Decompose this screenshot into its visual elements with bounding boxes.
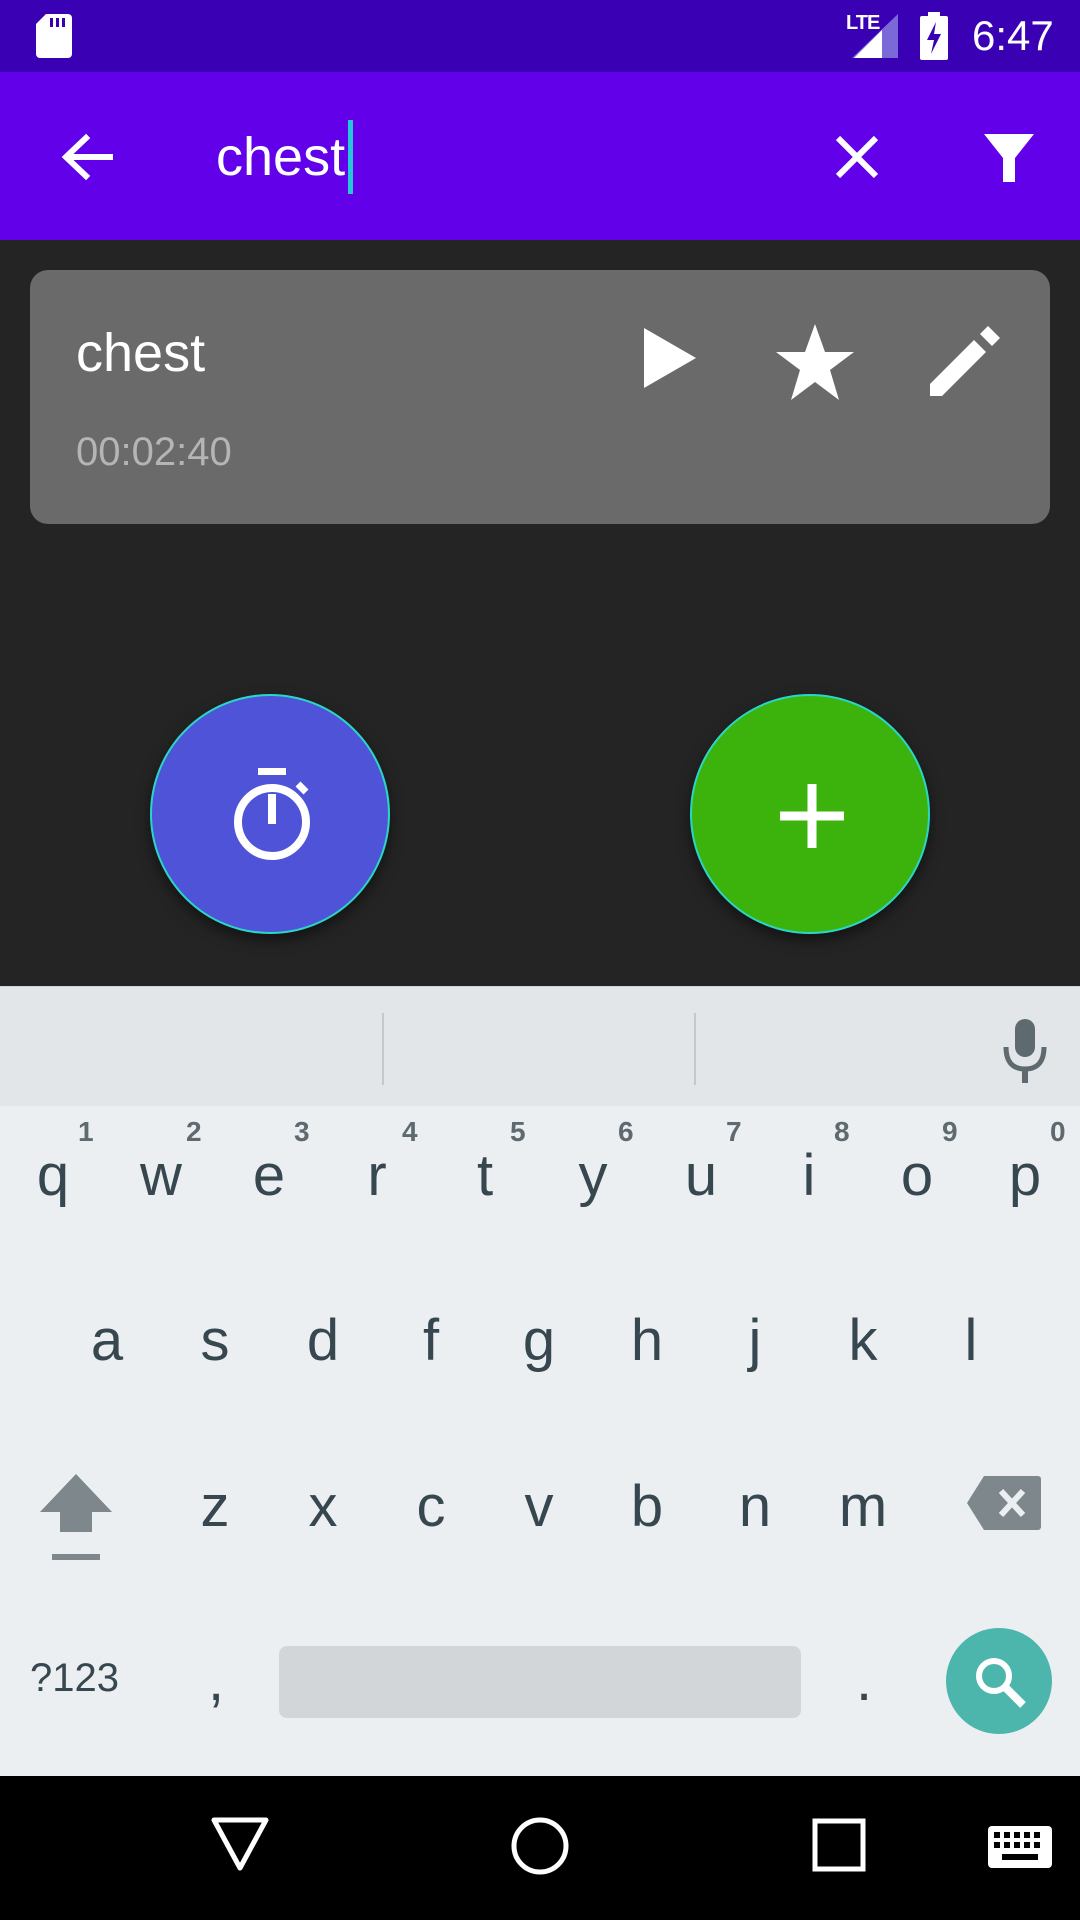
back-triangle-icon[interactable] bbox=[210, 1816, 270, 1872]
search-input[interactable] bbox=[216, 122, 776, 192]
clock: 6:47 bbox=[972, 12, 1054, 59]
key-comma[interactable]: , bbox=[166, 1626, 266, 1736]
key-hint: 2 bbox=[186, 1116, 202, 1147]
play-icon[interactable] bbox=[630, 318, 710, 398]
status-bar: LTE 6:47 bbox=[0, 0, 1080, 72]
key-hint: 8 bbox=[834, 1116, 850, 1147]
symbols-key[interactable]: ?123 bbox=[30, 1656, 119, 1701]
key-d[interactable]: d bbox=[273, 1286, 373, 1396]
workout-card[interactable]: chest 00:02:40 bbox=[30, 270, 1050, 524]
plus-icon bbox=[780, 784, 844, 848]
pencil-icon[interactable] bbox=[920, 316, 1010, 406]
shift-icon[interactable] bbox=[36, 1472, 116, 1564]
key-b[interactable]: b bbox=[597, 1452, 697, 1562]
home-circle-icon[interactable] bbox=[510, 1816, 570, 1876]
key-hint: 6 bbox=[618, 1116, 634, 1147]
key-hint: 5 bbox=[510, 1116, 526, 1147]
key-s[interactable]: s bbox=[165, 1286, 265, 1396]
lte-signal-icon bbox=[852, 14, 898, 58]
backspace-icon[interactable] bbox=[966, 1474, 1042, 1532]
key-x[interactable]: x bbox=[273, 1452, 373, 1562]
filter-icon[interactable] bbox=[974, 122, 1044, 192]
key-hint: 0 bbox=[1050, 1116, 1066, 1147]
sd-card-icon bbox=[36, 14, 72, 58]
key-z[interactable]: z bbox=[165, 1452, 265, 1562]
key-m[interactable]: m bbox=[813, 1452, 913, 1562]
suggestion-strip bbox=[0, 986, 1080, 1106]
search-action-key[interactable] bbox=[946, 1628, 1052, 1734]
space-key[interactable] bbox=[279, 1646, 801, 1718]
search-toolbar bbox=[0, 72, 1080, 240]
add-workout-button[interactable] bbox=[690, 694, 930, 934]
key-row-2: a s d f g h j k l bbox=[0, 1286, 1080, 1406]
key-hint: 1 bbox=[78, 1116, 94, 1147]
workout-duration: 00:02:40 bbox=[76, 430, 232, 474]
key-g[interactable]: g bbox=[489, 1286, 589, 1396]
key-a[interactable]: a bbox=[57, 1286, 157, 1396]
suggestion-divider bbox=[382, 1013, 384, 1085]
key-n[interactable]: n bbox=[705, 1452, 805, 1562]
battery-charging-icon bbox=[920, 12, 948, 60]
workout-name: chest bbox=[76, 323, 206, 383]
key-c[interactable]: c bbox=[381, 1452, 481, 1562]
recents-square-icon[interactable] bbox=[812, 1818, 866, 1872]
key-f[interactable]: f bbox=[381, 1286, 481, 1396]
key-hint: 4 bbox=[402, 1116, 418, 1147]
soft-keyboard: q 1 w 2 e 3 r 4 t 5 y 6 u 7 i 8 o 9 p 0 … bbox=[0, 986, 1080, 1776]
key-row-1: q 1 w 2 e 3 r 4 t 5 y 6 u 7 i 8 o 9 p 0 bbox=[0, 1116, 1080, 1256]
microphone-icon[interactable] bbox=[1000, 1017, 1050, 1087]
key-l[interactable]: l bbox=[921, 1286, 1021, 1396]
key-row-3: z x c v b n m bbox=[0, 1452, 1080, 1572]
close-icon[interactable] bbox=[822, 122, 892, 192]
key-h[interactable]: h bbox=[597, 1286, 697, 1396]
navigation-bar bbox=[0, 1776, 1080, 1920]
key-period[interactable]: . bbox=[814, 1626, 914, 1736]
stopwatch-icon bbox=[234, 768, 310, 860]
key-j[interactable]: j bbox=[705, 1286, 805, 1396]
key-v[interactable]: v bbox=[489, 1452, 589, 1562]
key-hint: 3 bbox=[294, 1116, 310, 1147]
text-cursor bbox=[348, 120, 353, 194]
key-hint: 9 bbox=[942, 1116, 958, 1147]
search-icon bbox=[976, 1658, 1026, 1708]
star-icon[interactable] bbox=[770, 318, 860, 408]
suggestion-divider bbox=[694, 1013, 696, 1085]
key-k[interactable]: k bbox=[813, 1286, 913, 1396]
key-hint: 7 bbox=[726, 1116, 742, 1147]
timer-button[interactable] bbox=[150, 694, 390, 934]
keyboard-switch-icon[interactable] bbox=[988, 1826, 1052, 1868]
back-arrow-icon[interactable] bbox=[52, 122, 122, 192]
